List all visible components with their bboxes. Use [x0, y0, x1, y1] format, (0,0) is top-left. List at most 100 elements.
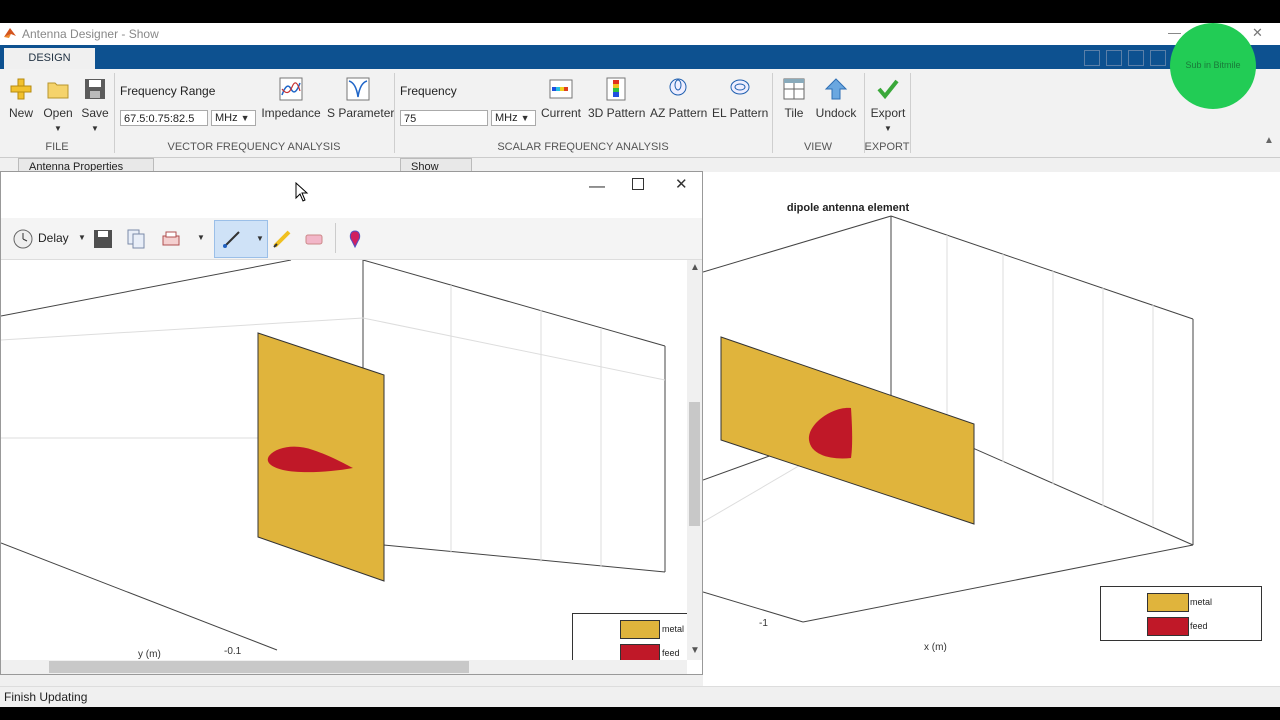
y-axis-tick: -0.1: [224, 646, 242, 657]
el-pattern-button[interactable]: EL Pattern: [712, 77, 768, 120]
chevron-down-icon: ▼: [240, 113, 250, 123]
figure-3d-plot: [1, 260, 666, 651]
print-dropdown-icon[interactable]: ▼: [197, 233, 205, 242]
az-pattern-button[interactable]: AZ Pattern: [650, 77, 707, 120]
ribbon-tab-bar: DESIGN: [0, 45, 1280, 69]
legend-label-feed: feed: [662, 648, 680, 658]
chevron-down-icon: ▼: [520, 113, 530, 123]
highlighter-icon[interactable]: [271, 228, 293, 250]
tile-button[interactable]: Tile: [778, 77, 810, 120]
legend-label-metal: metal: [1190, 597, 1213, 607]
undock-button[interactable]: Undock: [814, 77, 858, 120]
frequency-input[interactable]: 75: [400, 110, 488, 126]
quick-paste-icon[interactable]: [1150, 50, 1166, 66]
arrow-up-icon: [824, 78, 848, 100]
horizontal-scroll-thumb[interactable]: [49, 661, 469, 673]
x-axis-label: x (m): [924, 642, 947, 653]
quick-save-icon[interactable]: [1084, 50, 1100, 66]
section-vfa-label: VECTOR FREQUENCY ANALYSIS: [167, 141, 341, 153]
print-icon[interactable]: [160, 228, 182, 250]
close-icon[interactable]: ✕: [1252, 25, 1263, 41]
delay-dropdown-icon[interactable]: ▼: [78, 233, 86, 242]
mouse-cursor-icon: [295, 182, 309, 202]
open-dropdown-icon[interactable]: ▼: [54, 124, 62, 133]
section-view-label: VIEW: [803, 141, 833, 153]
plot-legend: metal feed: [1100, 586, 1262, 641]
frequency-unit-select[interactable]: MHz ▼: [491, 110, 536, 126]
export-dropdown-icon[interactable]: ▼: [884, 124, 892, 133]
folder-icon: [47, 82, 69, 99]
3d-pattern-icon: [606, 77, 626, 101]
legend-swatch-feed: [620, 644, 660, 660]
export-button[interactable]: Export ▼: [868, 77, 908, 134]
section-sfa-label: SCALAR FREQUENCY ANALYSIS: [497, 141, 669, 153]
frequency-range-unit-select[interactable]: MHz ▼: [211, 110, 256, 126]
window-title: Antenna Designer - Show: [22, 27, 159, 41]
quick-cut-icon[interactable]: [1106, 50, 1122, 66]
open-button[interactable]: Open ▼: [40, 77, 76, 134]
brush-icon: [223, 231, 240, 248]
figure-title-bar[interactable]: — ✕: [1, 172, 702, 218]
figure-legend: metal feed: [572, 613, 687, 660]
x-axis-tick: -1: [759, 618, 768, 629]
current-icon: [549, 79, 573, 99]
figure-toolbar: Delay ▼ ▼ ▼: [1, 218, 702, 260]
main-plot-panel: dipole antenna element x (m) -1 metal fe…: [703, 172, 1280, 686]
s-parameter-plot-icon: [346, 77, 370, 101]
brush-tool-button[interactable]: ▼: [214, 220, 268, 258]
title-bar: Antenna Designer - Show — ✕: [0, 23, 1280, 45]
matlab-logo-icon: [4, 28, 16, 38]
vertical-scroll-thumb[interactable]: [689, 402, 700, 526]
toolbar-separator: [335, 223, 336, 253]
color-picker-icon[interactable]: [344, 228, 366, 250]
3d-pattern-button[interactable]: 3D Pattern: [588, 77, 645, 120]
new-button[interactable]: New: [6, 77, 36, 120]
frequency-label: Frequency: [400, 84, 457, 98]
minimize-icon[interactable]: —: [589, 178, 605, 196]
legend-swatch-metal: [620, 620, 660, 639]
tile-icon: [783, 78, 805, 100]
delay-button[interactable]: Delay: [38, 231, 69, 245]
clock-icon: [13, 229, 33, 249]
undocked-figure-window[interactable]: — ✕ Delay ▼ ▼ ▼ y (m) -0.1 metal feed ▲ …: [0, 171, 703, 675]
legend-label-feed: feed: [1190, 621, 1208, 631]
y-axis-label: y (m): [138, 649, 161, 660]
brush-dropdown-icon[interactable]: ▼: [256, 234, 264, 243]
section-export-label: EXPORT: [864, 141, 910, 153]
section-file-label: FILE: [45, 141, 69, 153]
plus-icon: [10, 78, 32, 100]
status-text: Finish Updating: [4, 690, 88, 704]
overlay-badge: Sub in Bitmile: [1170, 23, 1256, 109]
save-button[interactable]: Save ▼: [80, 77, 110, 134]
scroll-up-icon[interactable]: ▲: [690, 262, 700, 273]
quick-copy-icon[interactable]: [1128, 50, 1144, 66]
impedance-plot-icon: [279, 77, 303, 101]
s-parameter-button[interactable]: S Parameter: [327, 77, 394, 120]
az-pattern-icon: [669, 78, 687, 96]
save-icon[interactable]: [92, 228, 114, 250]
tab-design[interactable]: DESIGN: [4, 48, 95, 69]
figure-plot-area: y (m) -0.1 metal feed: [1, 260, 687, 660]
copy-icon[interactable]: [125, 228, 147, 250]
save-dropdown-icon[interactable]: ▼: [91, 124, 99, 133]
close-icon[interactable]: ✕: [675, 175, 688, 193]
impedance-button[interactable]: Impedance: [260, 77, 322, 120]
collapse-ribbon-icon[interactable]: ▲: [1264, 135, 1274, 146]
status-bar: Finish Updating: [0, 686, 1280, 707]
legend-swatch-feed: [1147, 617, 1189, 636]
current-button[interactable]: Current: [540, 77, 582, 120]
ribbon-toolstrip: New Open ▼ Save ▼ FILE Frequency Range 6…: [0, 69, 1280, 158]
el-pattern-icon: [730, 79, 750, 95]
scroll-down-icon[interactable]: ▼: [690, 645, 700, 656]
legend-swatch-metal: [1147, 593, 1189, 612]
checkmark-icon: [877, 79, 899, 100]
frequency-range-input[interactable]: 67.5:0.75:82.5: [120, 110, 208, 126]
maximize-icon[interactable]: [632, 178, 644, 190]
legend-label-metal: metal: [662, 624, 685, 634]
eraser-icon[interactable]: [303, 228, 325, 250]
horizontal-scrollbar[interactable]: [1, 660, 687, 674]
save-icon: [85, 79, 105, 99]
frequency-range-label: Frequency Range: [120, 84, 216, 98]
ribbon-separator: [910, 73, 911, 153]
vertical-scrollbar[interactable]: ▲ ▼: [687, 260, 702, 660]
